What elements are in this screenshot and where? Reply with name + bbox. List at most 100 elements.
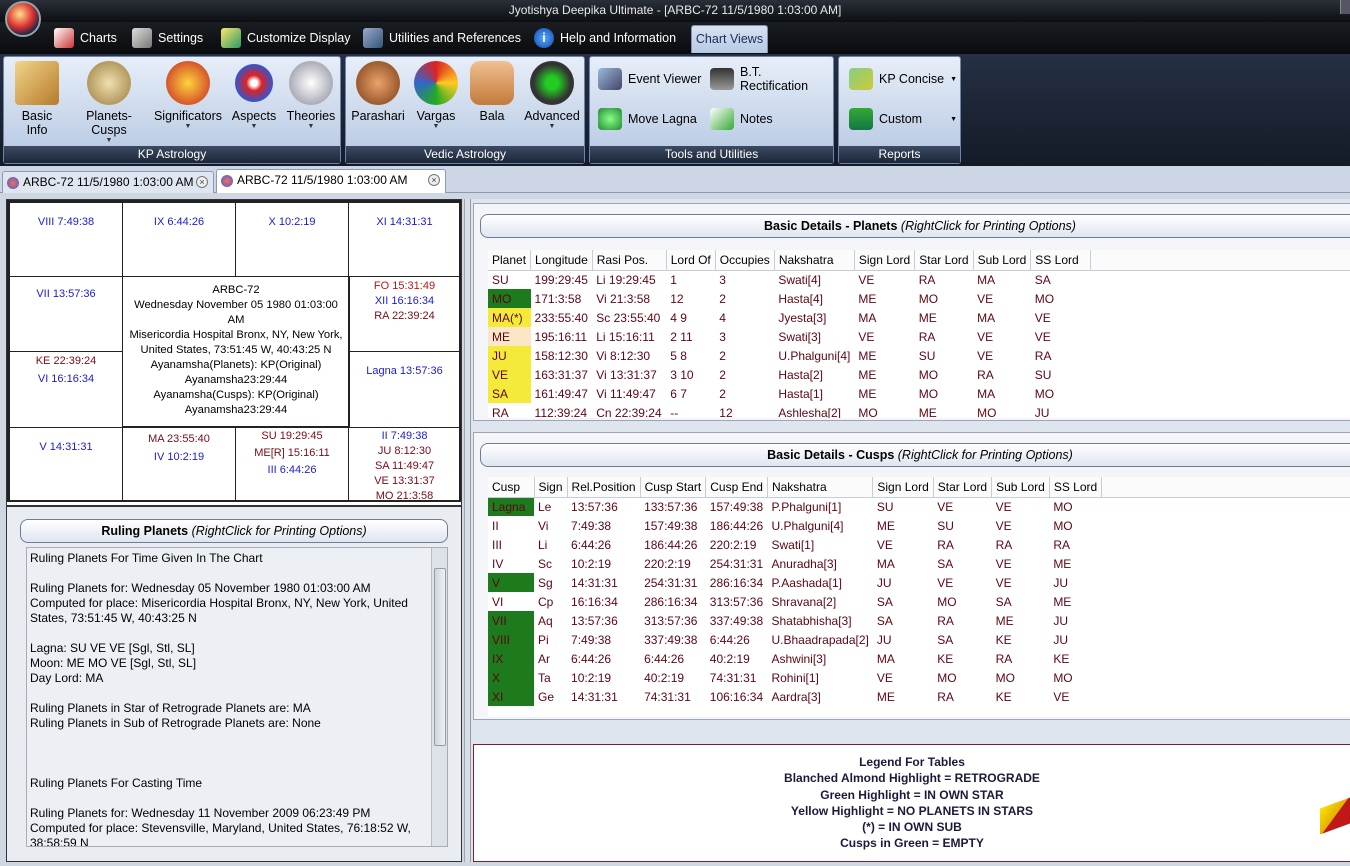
close-icon[interactable]: ×: [428, 174, 440, 186]
table-row[interactable]: JU 158:12:30 Vi 8:12:30 5 8 2 U.Phalguni[4] ME…: [488, 346, 1350, 365]
column-header[interactable]: Sign Lord: [872, 477, 934, 498]
table-row[interactable]: VI Cp 16:16:34 286:16:34 313:57:36 Shravana[2…: [488, 592, 1350, 611]
table-row[interactable]: IX Ar 6:44:26 6:44:26 40:2:19 Ashwini[3] MA KE R…: [488, 649, 1350, 668]
app-orb-button[interactable]: [5, 1, 41, 37]
table-row[interactable]: V Sg 14:31:31 254:31:31 286:16:34 P.Aashada[1…: [488, 573, 1350, 592]
table-cell: SU: [918, 348, 936, 363]
column-header[interactable]: Cusp End: [705, 477, 768, 498]
planets-cusps-button[interactable]: Planets-Cusps ▼: [70, 61, 148, 144]
column-header[interactable]: Cusp Start: [640, 477, 707, 498]
document-tab-1[interactable]: ARBC-72 11/5/1980 1:03:00 AM ×: [2, 171, 214, 193]
table-cell: 286:16:34: [709, 575, 764, 590]
table-cell: 220:2:19: [709, 537, 757, 552]
table-row[interactable]: IV Sc 10:2:19 220:2:19 254:31:31 Anuradha[3] M…: [488, 554, 1350, 573]
table-row[interactable]: III Li 6:44:26 186:44:26 220:2:19 Swati[1] VE R…: [488, 535, 1350, 554]
aspects-button[interactable]: Aspects ▼: [228, 61, 280, 130]
menu-settings[interactable]: Settings: [132, 22, 203, 54]
table-cell: 6:44:26: [571, 537, 612, 552]
house-cell[interactable]: SU 19:29:45 ME[R] 15:16:11 III 6:44:26: [235, 427, 349, 502]
dropdown-arrow-icon: ▼: [307, 123, 315, 130]
cusps-header[interactable]: Basic Details - Cusps (RightClick for Pr…: [480, 443, 1350, 467]
table-cell: ME: [1053, 556, 1072, 571]
column-header[interactable]: Star Lord: [933, 477, 993, 498]
column-header[interactable]: Occupies: [715, 250, 775, 271]
close-icon[interactable]: ×: [196, 176, 208, 188]
table-row[interactable]: RA 112:39:24 Cn 22:39:24 -- 12 Ashlesha[2] MO M…: [488, 403, 1350, 419]
column-header[interactable]: SS Lord: [1049, 477, 1103, 498]
table-cell: ME: [876, 518, 895, 533]
vargas-button[interactable]: Vargas ▼: [410, 61, 462, 130]
table-row[interactable]: X Ta 10:2:19 40:2:19 74:31:31 Rohini[1] VE MO MO…: [488, 668, 1350, 687]
column-header[interactable]: Nakshatra: [767, 477, 874, 498]
table-cell: ME: [858, 291, 877, 306]
table-row[interactable]: SU 199:29:45 Li 19:29:45 1 3 Swati[4] VE RA MA SA: [488, 270, 1350, 289]
move-lagna-button[interactable]: Move Lagna: [598, 107, 697, 131]
ruling-planets-text[interactable]: Ruling Planets For Time Given In The Cha…: [26, 547, 448, 847]
column-header[interactable]: Sign Lord: [854, 250, 916, 271]
tab-chart-views[interactable]: Chart Views: [691, 25, 768, 53]
table-row[interactable]: Lagna Le 13:57:36 133:57:36 157:49:38 P.Phalg…: [488, 497, 1350, 516]
column-header[interactable]: Nakshatra: [774, 250, 855, 271]
menu-charts[interactable]: Charts: [54, 22, 117, 54]
house-cell[interactable]: X 10:2:19: [235, 202, 349, 277]
column-header[interactable]: Sign: [534, 477, 568, 498]
theories-button[interactable]: Theories ▼: [284, 61, 338, 130]
house-cell[interactable]: XI 14:31:31: [348, 202, 461, 277]
column-header[interactable]: Rasi Pos.: [592, 250, 667, 271]
table-row[interactable]: VII Aq 13:57:36 313:57:36 337:49:38 Shatabhis…: [488, 611, 1350, 630]
table-cell: 254:31:31: [644, 575, 698, 590]
menu-customize-display[interactable]: Customize Display: [221, 22, 351, 54]
column-header[interactable]: Lord Of: [666, 250, 716, 271]
house-cell[interactable]: V 14:31:31: [9, 427, 123, 502]
table-row[interactable]: SA 161:49:47 Vi 11:49:47 6 7 2 Hasta[1] ME MO MA…: [488, 384, 1350, 403]
menu-help[interactable]: i Help and Information: [534, 22, 676, 54]
document-tab-2[interactable]: ARBC-72 11/5/1980 1:03:00 AM ×: [216, 169, 446, 193]
planets-header[interactable]: Basic Details - Planets (RightClick for …: [480, 214, 1350, 238]
column-header[interactable]: Planet: [488, 250, 532, 271]
column-header[interactable]: Rel.Position: [567, 477, 641, 498]
house-cell[interactable]: VII 13:57:36: [9, 276, 123, 352]
table-cell: MO: [918, 386, 939, 401]
ruling-planets-header[interactable]: Ruling Planets (RightClick for Printing …: [20, 519, 448, 543]
kp-concise-button[interactable]: KP Concise ▼: [849, 67, 957, 91]
dropdown-arrow-icon: ▼: [950, 115, 957, 123]
bala-button[interactable]: Bala: [466, 61, 518, 123]
advanced-button[interactable]: Advanced ▼: [522, 61, 582, 130]
house-cell[interactable]: II 7:49:38 JU 8:12:30 SA 11:49:47 VE 13:31:…: [348, 427, 461, 502]
column-header[interactable]: Cusp: [488, 477, 535, 498]
column-header[interactable]: Sub Lord: [991, 477, 1050, 498]
bt-rectification-button[interactable]: B.T. Rectification: [710, 65, 833, 93]
parashari-button[interactable]: Parashari: [350, 61, 406, 123]
table-cell: 313:57:36: [644, 613, 698, 628]
notes-button[interactable]: Notes: [710, 107, 773, 131]
column-header[interactable]: SS Lord: [1030, 250, 1092, 271]
house-cell[interactable]: VIII 7:49:38: [9, 202, 123, 277]
basic-info-button[interactable]: Basic Info: [10, 61, 64, 137]
column-header[interactable]: Longitude: [530, 250, 593, 271]
table-row[interactable]: VIII Pi 7:49:38 337:49:38 6:44:26 U.Bhaadrapa…: [488, 630, 1350, 649]
scrollbar-thumb[interactable]: [434, 568, 446, 746]
table-cell: VE: [977, 291, 994, 306]
table-cell: MA(*): [488, 308, 531, 327]
house-cell[interactable]: KE 22:39:24 VI 16:16:34: [9, 351, 123, 428]
significators-button[interactable]: Significators ▼: [152, 61, 224, 130]
table-row[interactable]: MA(*) 233:55:40 Sc 23:55:40 4 9 4 Jyesta[3] MA…: [488, 308, 1350, 327]
table-cell: 158:12:30: [534, 348, 588, 363]
house-cell[interactable]: FO 15:31:49 XII 16:16:34 RA 22:39:24: [348, 276, 461, 352]
table-row[interactable]: MO 171:3:58 Vi 21:3:58 12 2 Hasta[4] ME MO VE MO: [488, 289, 1350, 308]
vertical-scrollbar[interactable]: [431, 548, 447, 846]
menu-utilities[interactable]: Utilities and References: [363, 22, 521, 54]
table-row[interactable]: II Vi 7:49:38 157:49:38 186:44:26 U.Phalguni[…: [488, 516, 1350, 535]
column-header[interactable]: Sub Lord: [973, 250, 1032, 271]
table-row[interactable]: XI Ge 14:31:31 74:31:31 106:16:34 Aardra[3] ME…: [488, 687, 1350, 706]
table-row[interactable]: ME 195:16:11 Li 15:16:11 2 11 3 Swati[3] VE RA V…: [488, 327, 1350, 346]
column-header[interactable]: Star Lord: [914, 250, 974, 271]
house-cell[interactable]: Lagna 13:57:36: [348, 351, 461, 428]
window-control-button[interactable]: [1340, 0, 1350, 14]
custom-report-button[interactable]: Custom ▼: [849, 107, 957, 131]
table-cell: JU: [1053, 632, 1068, 647]
house-cell[interactable]: MA 23:55:40 IV 10:2:19: [122, 427, 236, 502]
event-viewer-button[interactable]: Event Viewer: [598, 67, 701, 91]
house-cell[interactable]: IX 6:44:26: [122, 202, 236, 277]
table-row[interactable]: VE 163:31:37 Vi 13:31:37 3 10 2 Hasta[2] ME MO R…: [488, 365, 1350, 384]
